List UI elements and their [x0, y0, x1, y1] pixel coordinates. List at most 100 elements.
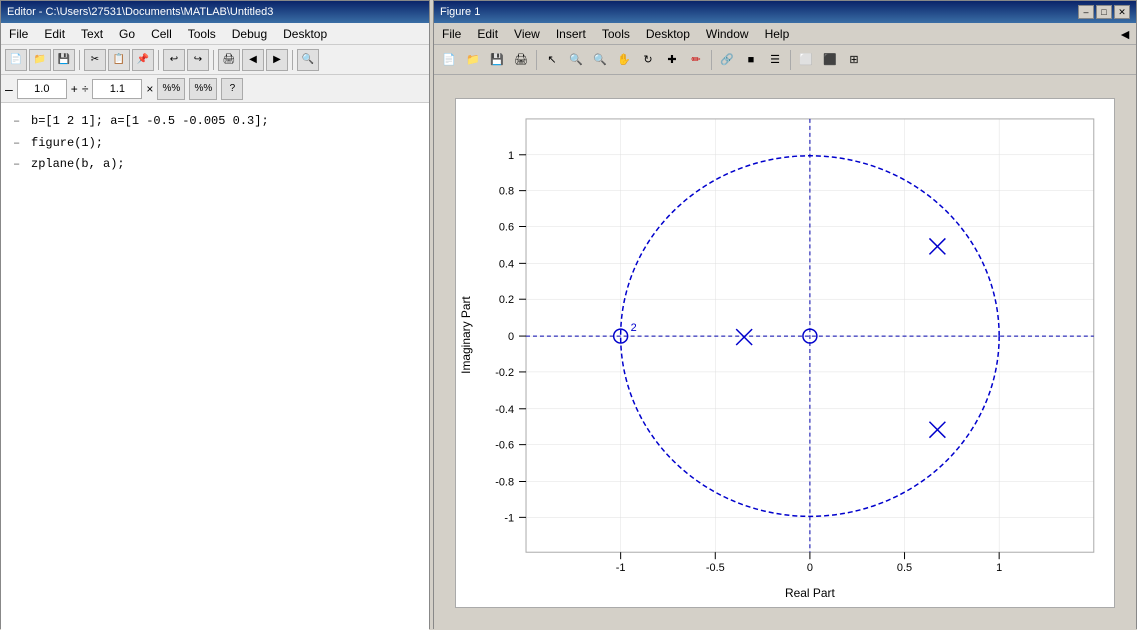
- fig-show-btn[interactable]: ⬛: [819, 49, 841, 71]
- fig-link-btn[interactable]: 🔗: [716, 49, 738, 71]
- svg-text:0: 0: [807, 562, 813, 574]
- plot-container: Imaginary Part Real Part: [455, 98, 1115, 608]
- svg-text:0.8: 0.8: [499, 185, 514, 197]
- menu-text[interactable]: Text: [77, 26, 107, 42]
- open-btn[interactable]: 📁: [29, 49, 51, 71]
- editor-title: Editor - C:\Users\27531\Documents\MATLAB…: [7, 6, 273, 18]
- svg-text:-1: -1: [616, 562, 626, 574]
- fig-brush-btn[interactable]: ✏: [685, 49, 707, 71]
- fig-plot-tools-btn[interactable]: ⊞: [843, 49, 865, 71]
- svg-text:-0.5: -0.5: [706, 562, 725, 574]
- menu-desktop[interactable]: Desktop: [279, 26, 331, 42]
- eval-advance-btn[interactable]: %%: [189, 78, 217, 100]
- svg-text:0.2: 0.2: [499, 294, 514, 306]
- line-dash-3: –: [13, 154, 23, 176]
- line-text-3: zplane(b, a);: [31, 154, 125, 176]
- fig-new-btn[interactable]: 📄: [438, 49, 460, 71]
- eval-cell-btn[interactable]: %%: [157, 78, 185, 100]
- figure-plot-area: Imaginary Part Real Part: [434, 75, 1136, 630]
- minimize-btn[interactable]: –: [1078, 5, 1094, 19]
- fig-open-btn[interactable]: 📁: [462, 49, 484, 71]
- fig-menu-window[interactable]: Window: [702, 26, 753, 42]
- fig-hide-btn[interactable]: ⬜: [795, 49, 817, 71]
- maximize-btn[interactable]: □: [1096, 5, 1112, 19]
- editor-toolbar2: – + ÷ × %% %% ?: [1, 75, 429, 103]
- search-btn[interactable]: 🔍: [297, 49, 319, 71]
- svg-text:-0.4: -0.4: [495, 403, 514, 415]
- new-file-btn[interactable]: 📄: [5, 49, 27, 71]
- fig-menu-insert[interactable]: Insert: [552, 26, 590, 42]
- svg-text:-0.8: -0.8: [495, 476, 514, 488]
- undo-btn[interactable]: ↩: [163, 49, 185, 71]
- nav-back-btn[interactable]: ◀: [242, 49, 264, 71]
- svg-text:0.6: 0.6: [499, 221, 514, 233]
- fig-menu-file[interactable]: File: [438, 26, 465, 42]
- print-btn[interactable]: 🖨: [218, 49, 240, 71]
- fig-sep3: [790, 50, 791, 70]
- fig-menu-arrow: ◄: [1118, 26, 1132, 42]
- fig-zoom-in-btn[interactable]: 🔍: [565, 49, 587, 71]
- fig-insert-legend-btn[interactable]: ☰: [764, 49, 786, 71]
- copy-btn[interactable]: 📋: [108, 49, 130, 71]
- svg-text:-0.6: -0.6: [495, 439, 514, 451]
- sep4: [292, 50, 293, 70]
- nav-fwd-btn[interactable]: ▶: [266, 49, 288, 71]
- line-dash-2: –: [13, 133, 23, 155]
- fig-select-btn[interactable]: ↖: [541, 49, 563, 71]
- fig-insert-colorbar-btn[interactable]: ■: [740, 49, 762, 71]
- svg-text:2: 2: [631, 322, 637, 334]
- menu-debug[interactable]: Debug: [228, 26, 271, 42]
- fig-pan-btn[interactable]: ✋: [613, 49, 635, 71]
- fig-menu-edit[interactable]: Edit: [473, 26, 502, 42]
- code-line-1: – b=[1 2 1]; a=[1 -0.5 -0.005 0.3];: [13, 111, 417, 133]
- code-line-3: – zplane(b, a);: [13, 154, 417, 176]
- fig-sep2: [711, 50, 712, 70]
- fig-menu-help[interactable]: Help: [761, 26, 794, 42]
- cell-value1-input[interactable]: [17, 79, 67, 99]
- line-dash-1: –: [13, 111, 23, 133]
- editor-content: – b=[1 2 1]; a=[1 -0.5 -0.005 0.3]; – fi…: [1, 103, 429, 630]
- fig-menu-view[interactable]: View: [510, 26, 544, 42]
- fig-menu-desktop[interactable]: Desktop: [642, 26, 694, 42]
- menu-edit[interactable]: Edit: [40, 26, 69, 42]
- sep1: [79, 50, 80, 70]
- cell-minus-label: –: [5, 81, 13, 97]
- editor-titlebar: Editor - C:\Users\27531\Documents\MATLAB…: [1, 1, 429, 23]
- menu-tools[interactable]: Tools: [184, 26, 220, 42]
- cell-times-label: ×: [146, 82, 153, 96]
- figure-toolbar: 📄 📁 💾 🖨 ↖ 🔍 🔍 ✋ ↻ ✚ ✏ 🔗 ■ ☰ ⬜ ⬛ ⊞: [434, 45, 1136, 75]
- sep3: [213, 50, 214, 70]
- editor-menubar: File Edit Text Go Cell Tools Debug Deskt…: [1, 23, 429, 45]
- menu-file[interactable]: File: [5, 26, 32, 42]
- fig-print-btn[interactable]: 🖨: [510, 49, 532, 71]
- close-btn[interactable]: ✕: [1114, 5, 1130, 19]
- figure-title: Figure 1: [440, 6, 480, 18]
- code-line-2: – figure(1);: [13, 133, 417, 155]
- fig-menu-tools[interactable]: Tools: [598, 26, 634, 42]
- line-text-2: figure(1);: [31, 133, 103, 155]
- menu-go[interactable]: Go: [115, 26, 139, 42]
- fig-sep1: [536, 50, 537, 70]
- paste-btn[interactable]: 📌: [132, 49, 154, 71]
- editor-window: Editor - C:\Users\27531\Documents\MATLAB…: [0, 0, 430, 629]
- line-text-1: b=[1 2 1]; a=[1 -0.5 -0.005 0.3];: [31, 111, 269, 133]
- fig-zoom-out-btn[interactable]: 🔍: [589, 49, 611, 71]
- figure-titlebar: Figure 1 – □ ✕: [434, 1, 1136, 23]
- menu-cell[interactable]: Cell: [147, 26, 176, 42]
- svg-text:0.4: 0.4: [499, 258, 514, 270]
- redo-btn[interactable]: ↪: [187, 49, 209, 71]
- cell-value2-input[interactable]: [92, 79, 142, 99]
- fig-rotate-btn[interactable]: ↻: [637, 49, 659, 71]
- svg-text:0: 0: [508, 331, 514, 343]
- svg-text:-1: -1: [504, 512, 514, 524]
- svg-text:1: 1: [508, 149, 514, 161]
- cell-div-label: ÷: [82, 82, 89, 96]
- plot-svg: Imaginary Part Real Part: [456, 99, 1114, 607]
- fig-datacursor-btn[interactable]: ✚: [661, 49, 683, 71]
- cut-btn[interactable]: ✂: [84, 49, 106, 71]
- svg-text:-0.2: -0.2: [495, 366, 514, 378]
- save-btn[interactable]: 💾: [53, 49, 75, 71]
- fig-save-btn[interactable]: 💾: [486, 49, 508, 71]
- svg-text:Real Part: Real Part: [785, 586, 835, 600]
- help-btn[interactable]: ?: [221, 78, 243, 100]
